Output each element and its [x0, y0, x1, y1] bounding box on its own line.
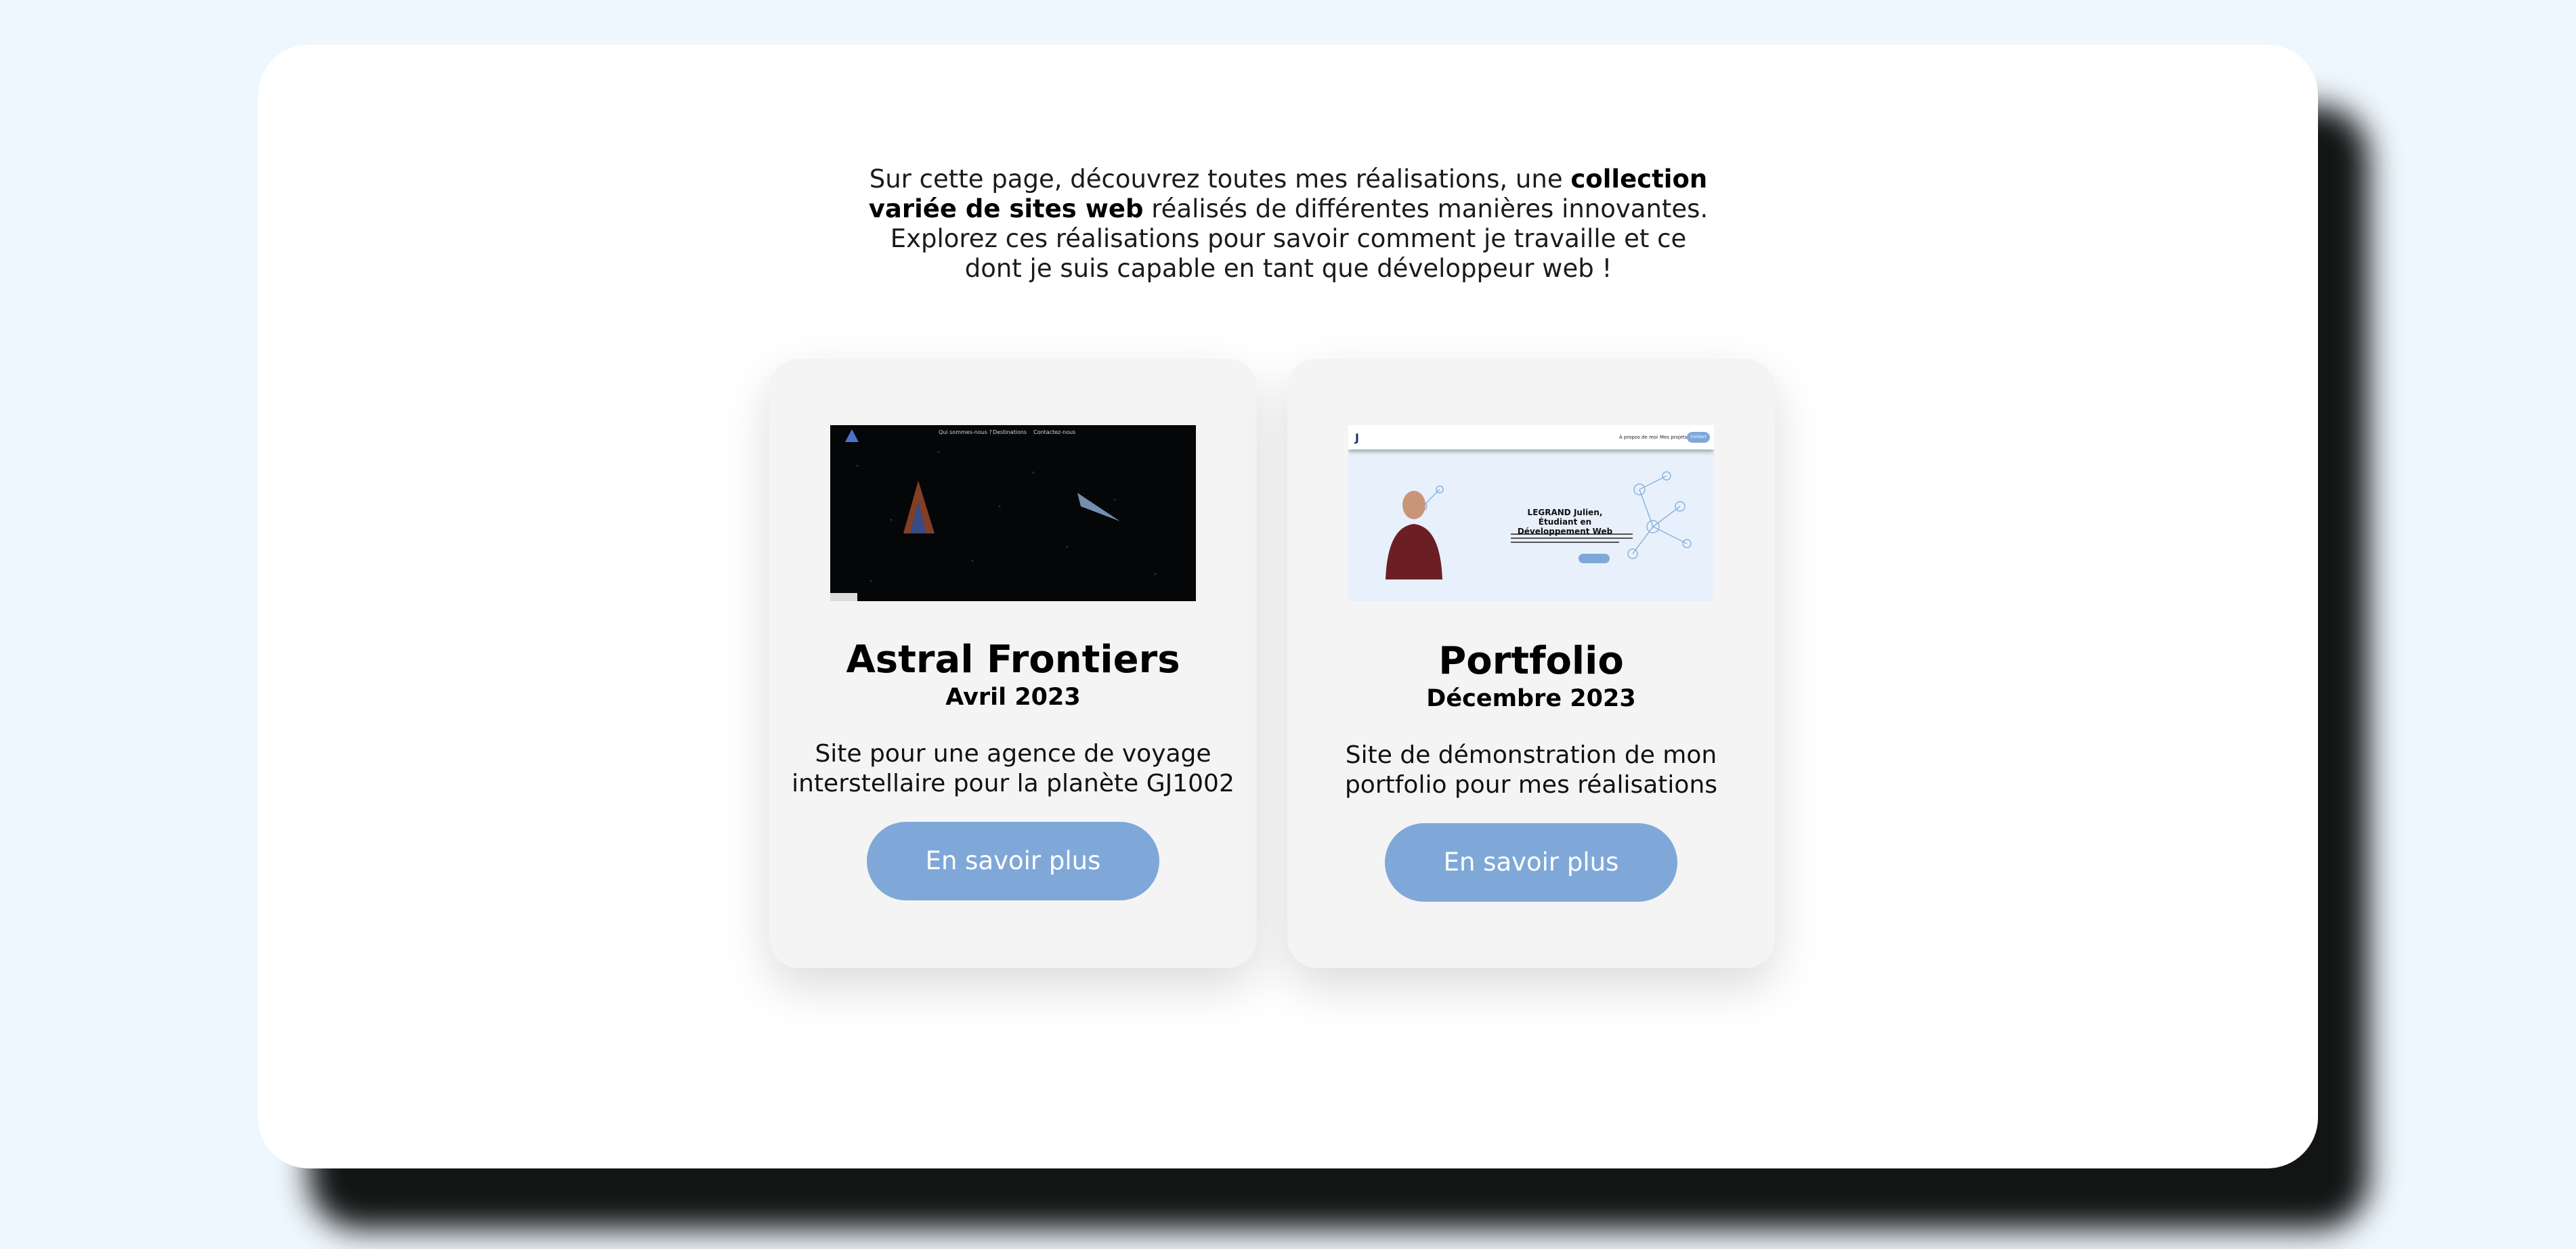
project-title: Astral Frontiers — [846, 638, 1180, 682]
project-title: Portfolio — [1438, 639, 1624, 683]
svg-text:J: J — [1354, 431, 1359, 444]
preview-nav-item: Destinations — [993, 429, 1027, 435]
project-card-astral-frontiers: Qui sommes-nous ? Destinations Contactez… — [769, 359, 1257, 968]
project-card-portfolio: J À propos de moi Mes projets Contact LE… — [1287, 359, 1775, 968]
preview-nav-item: Contactez-nous — [1033, 429, 1076, 435]
preview-nav-item: Qui sommes-nous ? — [939, 429, 992, 435]
preview-nav-item: Mes projets — [1660, 435, 1688, 440]
project-description: Site de démonstration de mon portfolio p… — [1344, 741, 1718, 799]
intro-text: Sur cette page, découvrez toutes mes réa… — [867, 165, 1710, 284]
project-date: Décembre 2023 — [1426, 685, 1636, 712]
project-date: Avril 2023 — [945, 684, 1081, 711]
astral-frontiers-preview — [830, 425, 1196, 601]
preview-nav-item: À propos de moi — [1619, 435, 1658, 440]
project-preview-image[interactable]: Qui sommes-nous ? Destinations Contactez… — [830, 425, 1196, 601]
learn-more-button[interactable]: En savoir plus — [867, 822, 1159, 900]
project-preview-image[interactable]: J À propos de moi Mes projets Contact LE… — [1348, 425, 1714, 601]
preview-hero-title: LEGRAND Julien, Étudiant en Développemen… — [1517, 508, 1613, 536]
preview-contact-button: Contact — [1687, 432, 1710, 443]
learn-more-button[interactable]: En savoir plus — [1385, 823, 1677, 902]
project-description: Site pour une agence de voyage interstel… — [792, 740, 1235, 797]
intro-text-part1: Sur cette page, découvrez toutes mes réa… — [869, 165, 1571, 194]
